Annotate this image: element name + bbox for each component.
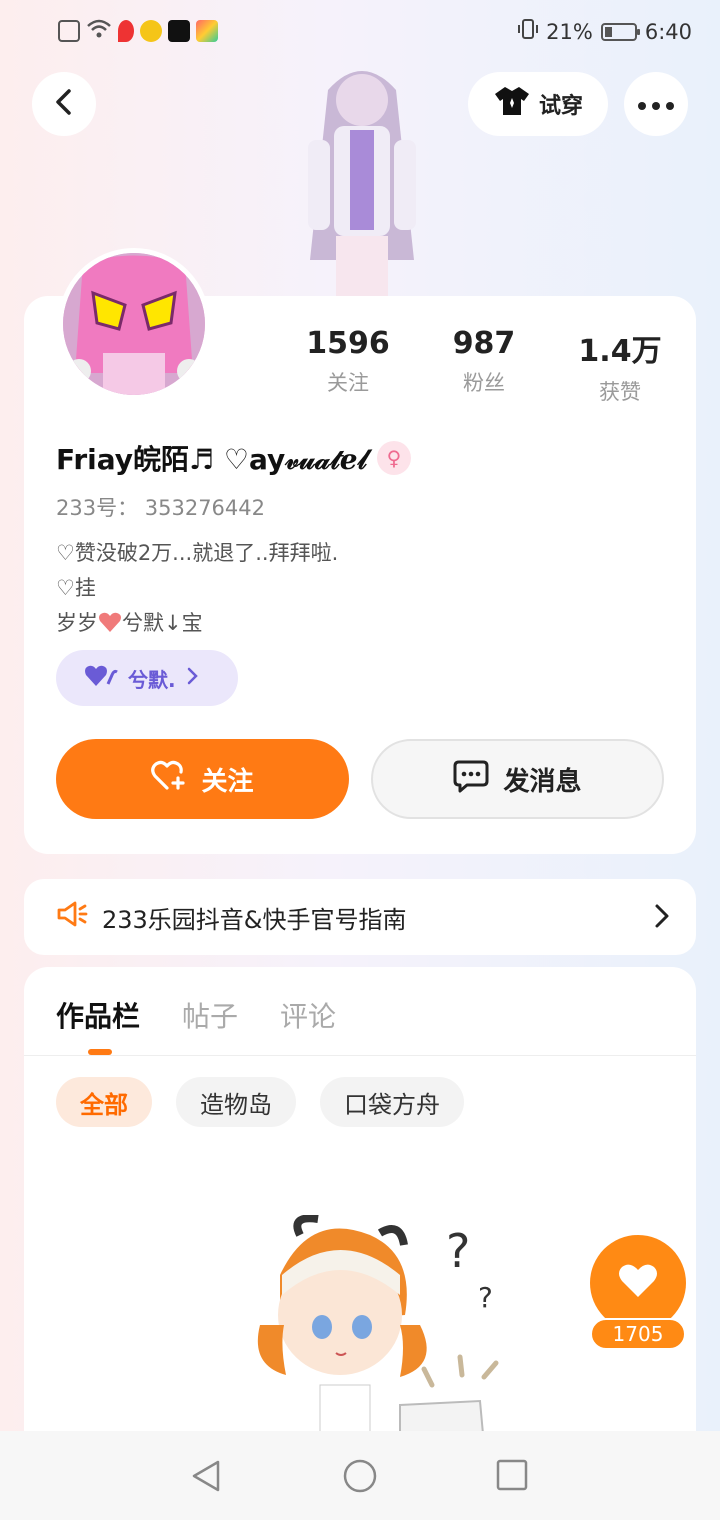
- battery-percent: 21%: [546, 19, 593, 44]
- battery-icon: [600, 22, 640, 41]
- nav-back-icon[interactable]: [190, 1459, 222, 1497]
- more-button[interactable]: [624, 72, 688, 136]
- likes-count: 1.4万: [578, 334, 662, 369]
- vibrate-icon: [518, 18, 539, 45]
- tabs-divider: [24, 1055, 696, 1056]
- profile-name: Friay皖陌♬ ♡ay𝓋𝓊𝒶𝓉ℯ𝓁: [56, 443, 367, 476]
- notice-banner[interactable]: 233乐园抖音&快手官号指南: [24, 879, 696, 955]
- stat-followers[interactable]: 987 粉丝: [424, 326, 544, 397]
- likes-label: 获赞: [599, 380, 641, 404]
- purple-hearts-icon: [84, 664, 118, 693]
- bio-text: 兮默↓宝: [122, 611, 203, 635]
- bio-line: ♡挂: [56, 576, 96, 600]
- followers-count: 987: [452, 326, 516, 361]
- avatar[interactable]: [58, 248, 210, 400]
- stat-likes[interactable]: 1.4万 获赞: [560, 326, 680, 406]
- empty-state-illustration: ? ?: [240, 1214, 530, 1446]
- clock: 6:40: [644, 19, 692, 44]
- like-count: 1705: [590, 1318, 686, 1350]
- megaphone-icon: [56, 900, 88, 934]
- try-on-button[interactable]: 试穿: [468, 72, 608, 136]
- user-id[interactable]: 233号： 353276442: [56, 492, 265, 522]
- following-count: 1596: [306, 326, 390, 361]
- more-dots-icon: [638, 95, 674, 114]
- content-tabs: 作品栏 帖子 评论: [56, 995, 336, 1035]
- svg-text:?: ?: [478, 1281, 493, 1314]
- profile-name-row: Friay皖陌♬ ♡ay𝓋𝓊𝒶𝓉ℯ𝓁 ♀: [56, 438, 411, 478]
- chip-all[interactable]: 全部: [56, 1077, 152, 1127]
- chevron-right-icon: [654, 903, 670, 935]
- chat-bubble-icon: [453, 759, 489, 800]
- following-label: 关注: [327, 371, 369, 395]
- store-app-icon: [196, 20, 218, 42]
- bio: ♡赞没破2万...就退了..拜拜啦. ♡挂 岁岁 兮默↓宝: [56, 536, 338, 641]
- relationship-tag[interactable]: 兮默.: [56, 650, 238, 706]
- video-app-icon: [168, 20, 190, 42]
- tag-label: 兮默.: [128, 667, 176, 692]
- heart-icon: [618, 1263, 658, 1303]
- avatar-character-figure: [288, 60, 436, 296]
- system-indicators: 21% 6:40: [518, 18, 692, 45]
- female-icon: ♀: [376, 441, 411, 475]
- bio-line: ♡赞没破2万...就退了..拜拜啦.: [56, 541, 339, 565]
- message-button[interactable]: 发消息: [371, 739, 664, 819]
- notice-text: 233乐园抖音&快手官号指南: [102, 905, 407, 934]
- map-pin-icon: [118, 20, 134, 42]
- alert-icon: [58, 20, 80, 42]
- system-nav-bar: [0, 1431, 720, 1520]
- bio-text: 岁岁: [56, 611, 98, 635]
- message-label: 发消息: [503, 766, 582, 797]
- filter-chips: 全部 造物岛 口袋方舟: [56, 1077, 464, 1127]
- chip-pocket-ark[interactable]: 口袋方舟: [320, 1077, 464, 1127]
- app-icon: [140, 20, 162, 42]
- tab-works[interactable]: 作品栏: [56, 995, 140, 1035]
- red-heart-icon: [98, 609, 122, 632]
- stat-following[interactable]: 1596 关注: [288, 326, 408, 397]
- tab-comments[interactable]: 评论: [280, 995, 336, 1035]
- try-on-label: 试穿: [538, 94, 583, 119]
- follow-button[interactable]: 关注: [56, 739, 349, 819]
- chevron-left-icon: [52, 88, 76, 120]
- follow-label: 关注: [201, 766, 254, 797]
- nav-home-icon[interactable]: [343, 1459, 377, 1497]
- back-button[interactable]: [32, 72, 96, 136]
- heart-plus-icon: [151, 760, 187, 799]
- nav-recents-icon[interactable]: [496, 1459, 528, 1495]
- status-bar: 21% 6:40: [0, 0, 720, 62]
- shirt-icon: [493, 85, 531, 123]
- tab-posts[interactable]: 帖子: [182, 995, 238, 1035]
- chevron-right-icon: [186, 666, 198, 690]
- followers-label: 粉丝: [463, 371, 505, 395]
- svg-text:?: ?: [446, 1224, 470, 1278]
- like-button[interactable]: [590, 1235, 686, 1331]
- bio-line: 岁岁 兮默↓宝: [56, 606, 338, 641]
- wifi-icon: [86, 18, 112, 44]
- chip-creation-island[interactable]: 造物岛: [176, 1077, 296, 1127]
- notification-icons: [58, 18, 218, 44]
